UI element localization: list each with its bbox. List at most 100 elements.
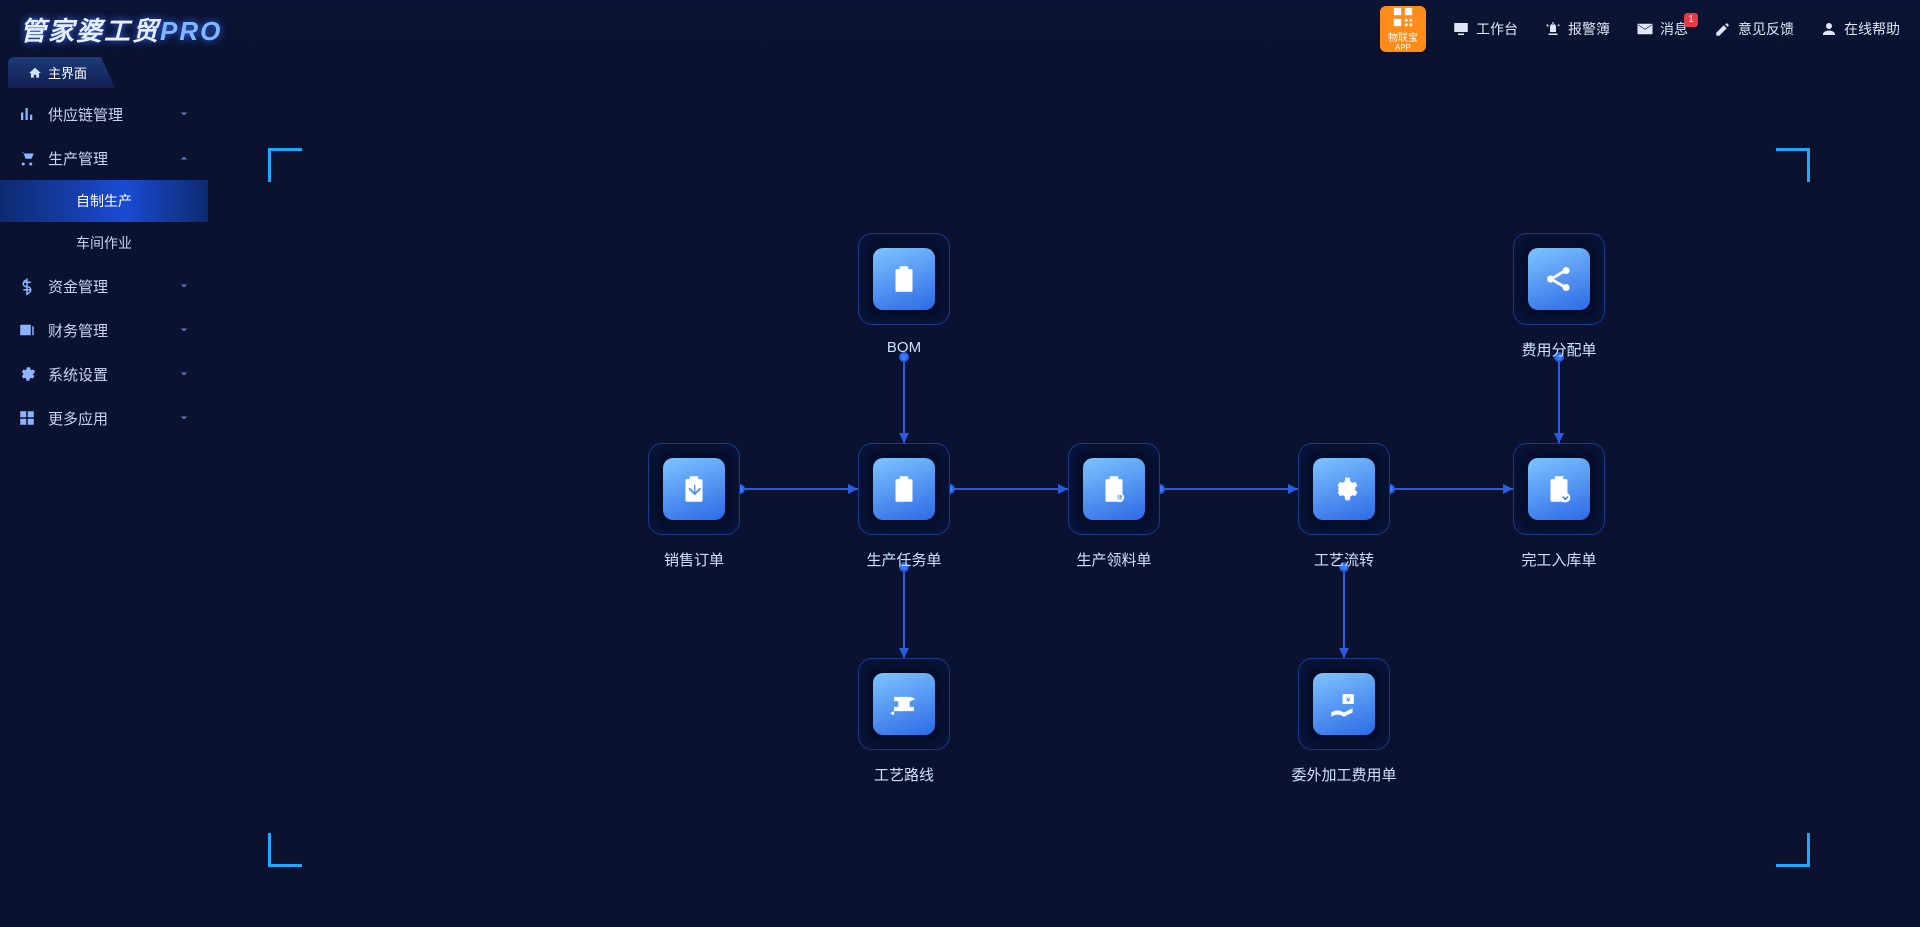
flow-node-tile: 领 [1068, 443, 1160, 535]
ledger-icon [18, 321, 36, 339]
svg-text:¥: ¥ [1346, 696, 1350, 704]
chevron-down-icon [178, 280, 190, 292]
header-workbench[interactable]: 工作台 [1452, 19, 1518, 39]
flow-node-inner [1313, 458, 1375, 520]
flow-node-tile [858, 443, 950, 535]
flow-node-inner [1528, 458, 1590, 520]
flow-node-process[interactable]: 工艺流转 [1298, 443, 1390, 570]
sidebar-item-label: 更多应用 [48, 408, 108, 429]
flow-node-label: 生产任务单 [866, 549, 941, 570]
route-icon [887, 687, 921, 721]
clipboard-list-icon [887, 262, 921, 296]
edit-icon [1714, 20, 1732, 38]
sidebar-item-more-apps[interactable]: 更多应用 [0, 396, 208, 440]
sidebar-item-label: 财务管理 [48, 320, 108, 341]
sidebar-item-funds[interactable]: 资金管理 [0, 264, 208, 308]
flow-node-tile [1513, 443, 1605, 535]
header-feedback[interactable]: 意见反馈 [1714, 19, 1794, 39]
clipboard-list-icon [887, 472, 921, 506]
flow-node-task[interactable]: 生产任务单 [858, 443, 950, 570]
flow-node-label: BOM [887, 339, 921, 356]
sidebar-item-production[interactable]: 生产管理 [0, 136, 208, 180]
flow-edge-task-material [946, 484, 1068, 494]
sidebar-item-settings[interactable]: 系统设置 [0, 352, 208, 396]
sidebar-sub-workshop[interactable]: 车间作业 [0, 222, 208, 264]
flow-node-inner [873, 458, 935, 520]
chevron-up-icon [178, 152, 190, 164]
brand-logo: 管家婆工贸PRO [20, 11, 222, 48]
clipboard-tag-icon: 领 [1097, 472, 1131, 506]
flow-edge-bom-task [899, 353, 909, 443]
app-badge-iot[interactable]: 物联宝 APP [1380, 6, 1426, 52]
flow-frame: BOM销售订单生产任务单领生产领料单工艺流转完工入库单费用分配单工艺路线¥委外加… [268, 148, 1810, 867]
flow-edge-sales-task [736, 484, 858, 494]
flow-node-material[interactable]: 领生产领料单 [1068, 443, 1160, 570]
share-icon [1542, 262, 1576, 296]
flow-node-route[interactable]: 工艺路线 [858, 658, 950, 785]
sidebar-item-supply-chain[interactable]: 供应链管理 [0, 92, 208, 136]
chevron-down-icon [178, 108, 190, 120]
flow-node-tile [858, 233, 950, 325]
flow-canvas: BOM销售订单生产任务单领生产领料单工艺流转完工入库单费用分配单工艺路线¥委外加… [208, 88, 1920, 927]
flow-node-inner: ¥ [1313, 673, 1375, 735]
header-help-label: 在线帮助 [1844, 19, 1900, 39]
header-help[interactable]: 在线帮助 [1820, 19, 1900, 39]
header-alarms-label: 报警簿 [1568, 19, 1610, 39]
sidebar: 供应链管理 生产管理 自制生产 车间作业 资金管理 财务管理 系统设置 [0, 88, 208, 927]
sidebar-sub-label: 自制生产 [76, 191, 132, 211]
flow-node-finish[interactable]: 完工入库单 [1513, 443, 1605, 570]
mail-icon [1636, 20, 1654, 38]
dollar-icon [18, 277, 36, 295]
flow-node-label: 工艺路线 [874, 764, 934, 785]
flow-edge-alloc-finish [1554, 353, 1564, 443]
grid-icon [18, 409, 36, 427]
flow-node-tile [858, 658, 950, 750]
sidebar-item-label: 生产管理 [48, 148, 108, 169]
svg-text:领: 领 [1117, 494, 1123, 502]
siren-icon [1544, 20, 1562, 38]
messages-badge: 1 [1684, 13, 1698, 27]
sidebar-item-finance[interactable]: 财务管理 [0, 308, 208, 352]
flow-node-label: 生产领料单 [1076, 549, 1151, 570]
flow-node-tile: ¥ [1298, 658, 1390, 750]
tab-main-label: 主界面 [48, 63, 87, 82]
flow-node-outsrc[interactable]: ¥委外加工费用单 [1298, 658, 1390, 785]
flow-node-tile [1513, 233, 1605, 325]
hand-money-icon: ¥ [1327, 687, 1361, 721]
brand-pro: PRO [160, 16, 222, 46]
flow-node-label: 销售订单 [664, 549, 724, 570]
sidebar-sub-self-production[interactable]: 自制生产 [0, 180, 208, 222]
flow-node-inner [663, 458, 725, 520]
tab-main[interactable]: 主界面 [8, 57, 115, 88]
sidebar-item-label: 供应链管理 [48, 104, 123, 125]
flow-node-inner: 领 [1083, 458, 1145, 520]
flow-node-alloc[interactable]: 费用分配单 [1513, 233, 1605, 360]
header-alarms[interactable]: 报警簿 [1544, 19, 1610, 39]
user-icon [1820, 20, 1838, 38]
home-icon [28, 66, 42, 80]
flow-node-inner [1528, 248, 1590, 310]
chart-icon [18, 105, 36, 123]
flow-node-label: 费用分配单 [1521, 339, 1596, 360]
flow-edge-process-outsrc [1339, 563, 1349, 658]
app-badge-label: 物联宝 [1388, 29, 1418, 44]
flow-node-tile [1298, 443, 1390, 535]
body: 供应链管理 生产管理 自制生产 车间作业 资金管理 财务管理 系统设置 [0, 88, 1920, 927]
flow-node-tile [648, 443, 740, 535]
header-workbench-label: 工作台 [1476, 19, 1518, 39]
sidebar-sub-label: 车间作业 [76, 233, 132, 253]
tab-bar: 主界面 [0, 58, 1920, 88]
gear-cycle-icon [1327, 472, 1361, 506]
clipboard-down-icon [677, 472, 711, 506]
header-messages[interactable]: 消息 1 [1636, 19, 1688, 39]
flow-node-bom[interactable]: BOM [858, 233, 950, 356]
sidebar-item-label: 系统设置 [48, 364, 108, 385]
clipboard-in-icon [1542, 472, 1576, 506]
flow-node-inner [873, 248, 935, 310]
flow-node-sales[interactable]: 销售订单 [648, 443, 740, 570]
app-header: 管家婆工贸PRO 物联宝 APP 工作台 报警簿 消息 1 意见反馈 在线帮助 [0, 0, 1920, 58]
header-feedback-label: 意见反馈 [1738, 19, 1794, 39]
flow-node-label: 委外加工费用单 [1292, 764, 1397, 785]
app-badge-sub: APP [1395, 43, 1411, 52]
cart-icon [18, 149, 36, 167]
